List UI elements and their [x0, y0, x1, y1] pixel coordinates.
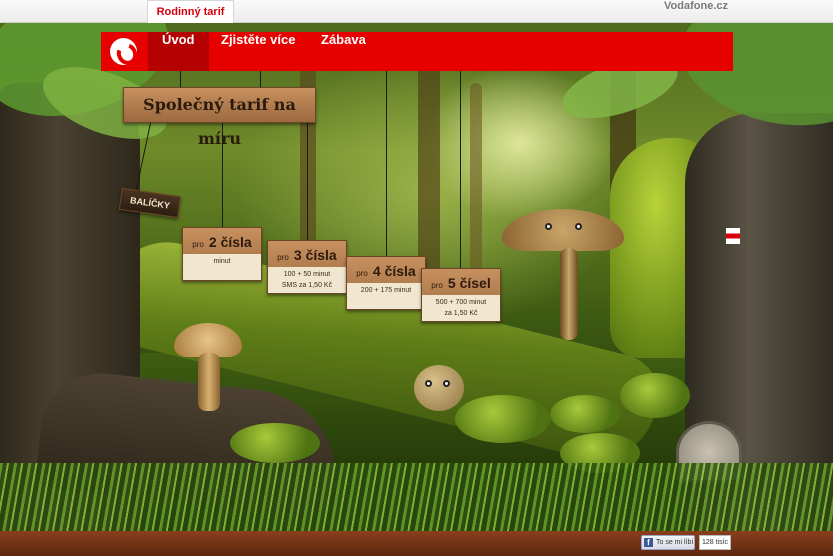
nav-zjistete-vice[interactable]: Zjistěte více	[207, 32, 309, 71]
plan-minutes: 100 + 50 minut	[283, 271, 331, 278]
nav-zabava[interactable]: Zábava	[307, 32, 380, 71]
plan-prefix: pro	[277, 253, 289, 262]
plan-title: 4 čísla	[372, 263, 416, 279]
acorn-character[interactable]	[414, 365, 464, 411]
vodafone-cz-link[interactable]: Vodafone.cz	[664, 0, 728, 23]
like-label: To se mi líbí	[656, 539, 694, 546]
moss-clump	[620, 373, 690, 418]
like-count: 128 tisíc	[699, 535, 731, 550]
moss-clump	[550, 395, 620, 433]
tab-rodinny-tarif[interactable]: Rodinný tarif	[147, 0, 234, 23]
eye-icon	[575, 223, 582, 230]
plan-prefix: pro	[192, 240, 204, 249]
rope	[180, 71, 181, 87]
mushroom-character-cap[interactable]	[502, 209, 624, 251]
plan-title: 5 čísel	[447, 275, 491, 291]
plan-sign-4[interactable]: pro 4 čísla 200 + 175 minut	[346, 256, 426, 310]
rope	[260, 71, 261, 87]
nav-uvod[interactable]: Úvod	[148, 32, 209, 71]
plan-minutes: 200 + 175 minut	[360, 287, 412, 294]
plan-extra: SMS za 1,50 Kč	[281, 282, 333, 289]
moss-clump	[455, 395, 550, 443]
grass-foreground	[0, 463, 833, 531]
rope	[460, 71, 461, 268]
moss-clump	[230, 423, 320, 463]
plan-prefix: pro	[356, 269, 368, 278]
plan-sign-5[interactable]: pro 5 čísel 500 + 700 minut za 1,50 Kč	[421, 268, 501, 322]
plan-sign-3[interactable]: pro 3 čísla 100 + 50 minut SMS za 1,50 Kč	[267, 240, 347, 294]
plan-prefix: pro	[431, 281, 443, 290]
mushroom-character-stem	[560, 248, 578, 340]
main-navigation: Úvod Zjistěte více Zábava	[101, 32, 733, 71]
trail-marker-icon	[726, 228, 740, 244]
mushroom-character-small-stem	[198, 353, 220, 411]
plan-title: 3 čísla	[293, 247, 337, 263]
rope	[386, 71, 387, 256]
eye-icon	[545, 223, 552, 230]
plan-sign-2[interactable]: pro 2 čísla minut	[182, 227, 262, 281]
facebook-icon: f	[644, 538, 653, 547]
background-tree	[470, 83, 482, 283]
plan-title: 2 čísla	[208, 234, 252, 250]
top-tab-bar: Rodinný tarif Vodafone.cz	[0, 0, 833, 23]
main-title-sign: Společný tarif na míru	[123, 87, 316, 148]
plan-minutes: minut	[213, 258, 231, 265]
vodafone-logo-icon[interactable]	[110, 38, 137, 65]
plan-minutes: 500 + 700 minut	[435, 299, 487, 306]
plan-extra: za 1,50 Kč	[444, 310, 478, 317]
eye-icon	[425, 380, 432, 387]
facebook-like-button[interactable]: f To se mi líbí	[641, 535, 695, 550]
rope	[307, 123, 308, 240]
eye-icon	[443, 380, 450, 387]
